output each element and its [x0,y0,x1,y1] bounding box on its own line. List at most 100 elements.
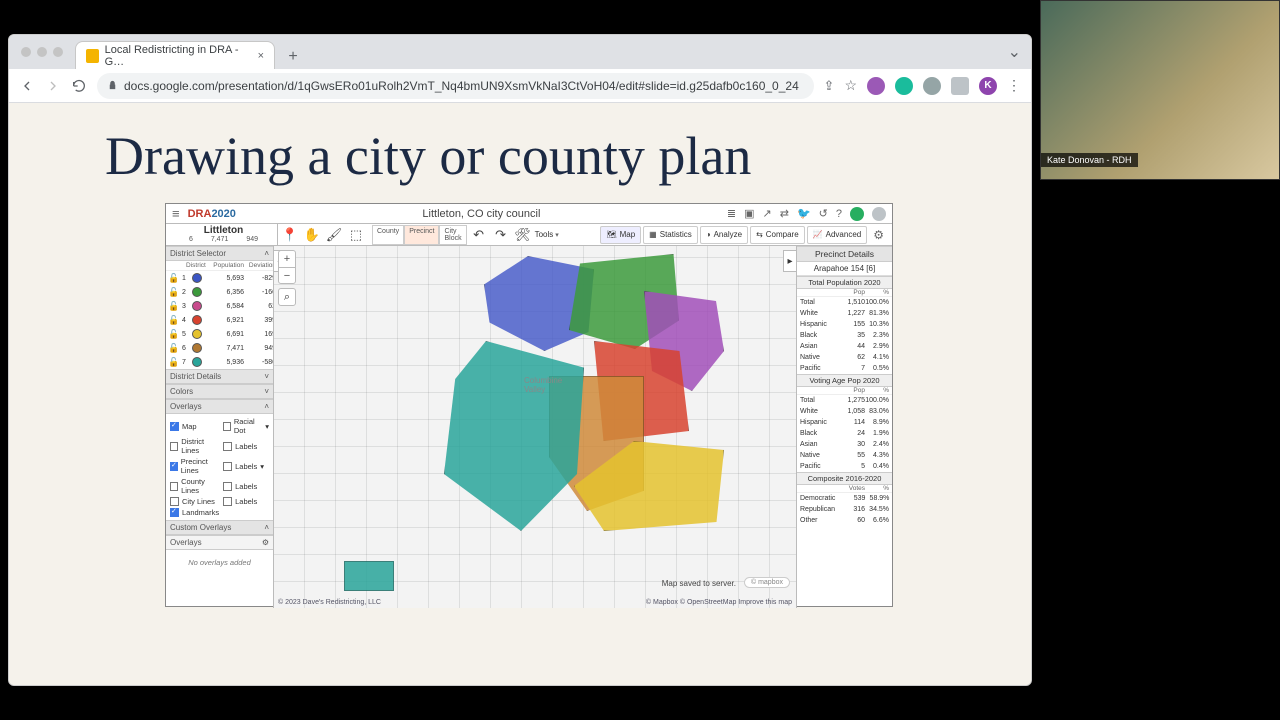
district-swatch[interactable] [192,273,202,283]
twitter-icon[interactable]: 🐦 [797,207,811,220]
precinct-row: Pacific70.5% [797,363,892,374]
lock-icon[interactable]: 🔓 [168,315,182,326]
precinct-row: Black352.3% [797,330,892,341]
share-icon[interactable]: ⇄ [780,207,789,220]
district-swatch[interactable] [192,287,202,297]
district-swatch[interactable] [192,329,202,339]
overlay-countylines[interactable]: County Lines [170,477,219,495]
zoom-home-icon[interactable]: ⌕ [278,288,296,306]
overlay-labels[interactable]: Labels [223,437,269,455]
district-row[interactable]: 🔓 4 6,921 399 [166,313,273,327]
overlays-list: Map Racial Dot ▾ District Lines Labels P… [166,414,273,520]
share-icon[interactable]: ⇪ [824,78,835,94]
forward-icon[interactable] [45,78,61,94]
pin-tool-icon[interactable]: 📍 [280,225,300,245]
district-swatch[interactable] [192,343,202,353]
extension-icon[interactable] [867,77,885,95]
reload-icon[interactable] [71,78,87,94]
panel-district-details[interactable]: District Details˅ [166,369,273,384]
mapbox-badge: © mapbox [744,577,790,588]
open-icon[interactable]: ↗ [763,207,772,220]
mode-map-button[interactable]: 🗺Map [600,226,641,244]
mode-stats-button[interactable]: ▦Statistics [643,226,698,244]
district-swatch[interactable] [192,301,202,311]
help-icon[interactable]: ? [836,208,842,220]
overlay-labels4[interactable]: Labels [223,497,269,506]
overlay-landmarks[interactable]: Landmarks [170,508,219,517]
lock-icon[interactable]: 🔓 [168,301,182,312]
lock-icon [107,80,118,91]
browser-tab[interactable]: Local Redistricting in DRA - G… × [75,41,275,69]
user-icon[interactable] [872,207,886,221]
tab-bar: Local Redistricting in DRA - G… × + ⌄ [9,35,1031,69]
lock-icon[interactable]: 🔓 [168,287,182,298]
lock-icon[interactable]: 🔓 [168,357,182,368]
lock-icon[interactable]: 🔓 [168,273,182,284]
dra-app: ≡ DRA2020 Littleton, CO city council ≣ ▣… [165,203,893,607]
tools-icon[interactable]: 🛠 [513,225,533,245]
mode-compare-button[interactable]: ⇆Compare [750,226,805,244]
district-swatch[interactable] [192,357,202,367]
panel-overlays-sub[interactable]: Overlays⚙ [166,535,273,550]
district-row[interactable]: 🔓 5 6,691 169 [166,327,273,341]
undo-icon[interactable]: ↶ [469,225,489,245]
profile-avatar[interactable]: K [979,77,997,95]
panel-colors[interactable]: Colors˅ [166,384,273,399]
kebab-icon[interactable]: ⋮ [1007,77,1021,94]
back-icon[interactable] [19,78,35,94]
lock-icon[interactable]: 🔓 [168,343,182,354]
chat-icon[interactable]: ▣ [744,207,754,220]
tab-title: Local Redistricting in DRA - G… [105,44,246,68]
map-attrib[interactable]: © Mapbox © OpenStreetMap Improve this ma… [646,599,792,606]
overlay-map[interactable]: Map [170,417,219,435]
granularity-toggle[interactable]: County Precinct City Block [372,225,467,245]
district-row[interactable]: 🔓 3 6,584 62 [166,299,273,313]
extension-icon[interactable] [895,77,913,95]
district-swatch[interactable] [192,315,202,325]
overlay-racialdot[interactable]: Racial Dot ▾ [223,417,269,435]
dra-map[interactable]: ◂ ▸ +− ⌕ Columbine Valley [274,246,796,608]
window-controls[interactable] [21,47,63,57]
plan-summary[interactable]: Littleton 6 7,471 949 [170,224,278,245]
redo-icon[interactable]: ↷ [491,225,511,245]
overlay-precinctlines[interactable]: Precinct Lines [170,457,219,475]
gear-icon[interactable]: ⚙ [873,228,884,242]
precinct-row: Total1,275100.0% [797,395,892,406]
overlay-citylines[interactable]: City Lines [170,497,219,506]
extension-icon[interactable] [951,77,969,95]
panel-custom-overlays[interactable]: Custom Overlays˄ [166,520,273,535]
panel-district-selector[interactable]: District Selector˄ [166,246,273,261]
url-field[interactable]: docs.google.com/presentation/d/1qGwsERo0… [97,73,814,99]
overlay-labels3[interactable]: Labels [223,477,269,495]
hand-tool-icon[interactable]: ✋ [302,225,322,245]
mode-advanced-button[interactable]: 📈Advanced [807,226,868,244]
overlay-labels2[interactable]: Labels ▾ [223,457,269,475]
status-icon[interactable] [850,207,864,221]
district-row[interactable]: 🔓 6 7,471 949 [166,341,273,355]
extension-icon[interactable] [923,77,941,95]
mode-analyze-button[interactable]: ◑Analyze [700,226,748,244]
dra-logo: DRA2020 [188,208,236,220]
paint-tool-icon[interactable]: 🖌 [324,225,344,245]
history-icon[interactable]: ↺ [819,207,828,220]
district-row[interactable]: 🔓 2 6,356 -166 [166,285,273,299]
lock-icon[interactable]: 🔓 [168,329,182,340]
menu-icon[interactable]: ≡ [172,206,180,221]
collapse-right-icon[interactable]: ▸ [783,250,797,272]
district-row[interactable]: 🔓 1 5,693 -829 [166,271,273,285]
overlay-districtlines[interactable]: District Lines [170,437,219,455]
star-icon[interactable]: ☆ [844,77,857,94]
zoom-control[interactable]: +− [278,250,296,284]
browser-window: Local Redistricting in DRA - G… × + ⌄ do… [8,34,1032,686]
zoom-in-icon: + [279,251,295,267]
new-tab-button[interactable]: + [281,45,305,69]
gear-small-icon[interactable]: ⚙ [262,538,269,547]
close-tab-icon[interactable]: × [258,50,264,62]
list-icon[interactable]: ≣ [727,207,736,220]
tools-label[interactable]: Tools [535,230,554,239]
district-row[interactable]: 🔓 7 5,936 -586 [166,355,273,369]
tabs-chevron-icon[interactable]: ⌄ [1008,42,1021,62]
panel-overlays[interactable]: Overlays˄ [166,399,273,414]
erase-tool-icon[interactable]: ⬚ [346,225,366,245]
dra-copyright: © 2023 Dave's Redistricting, LLC [278,599,381,606]
